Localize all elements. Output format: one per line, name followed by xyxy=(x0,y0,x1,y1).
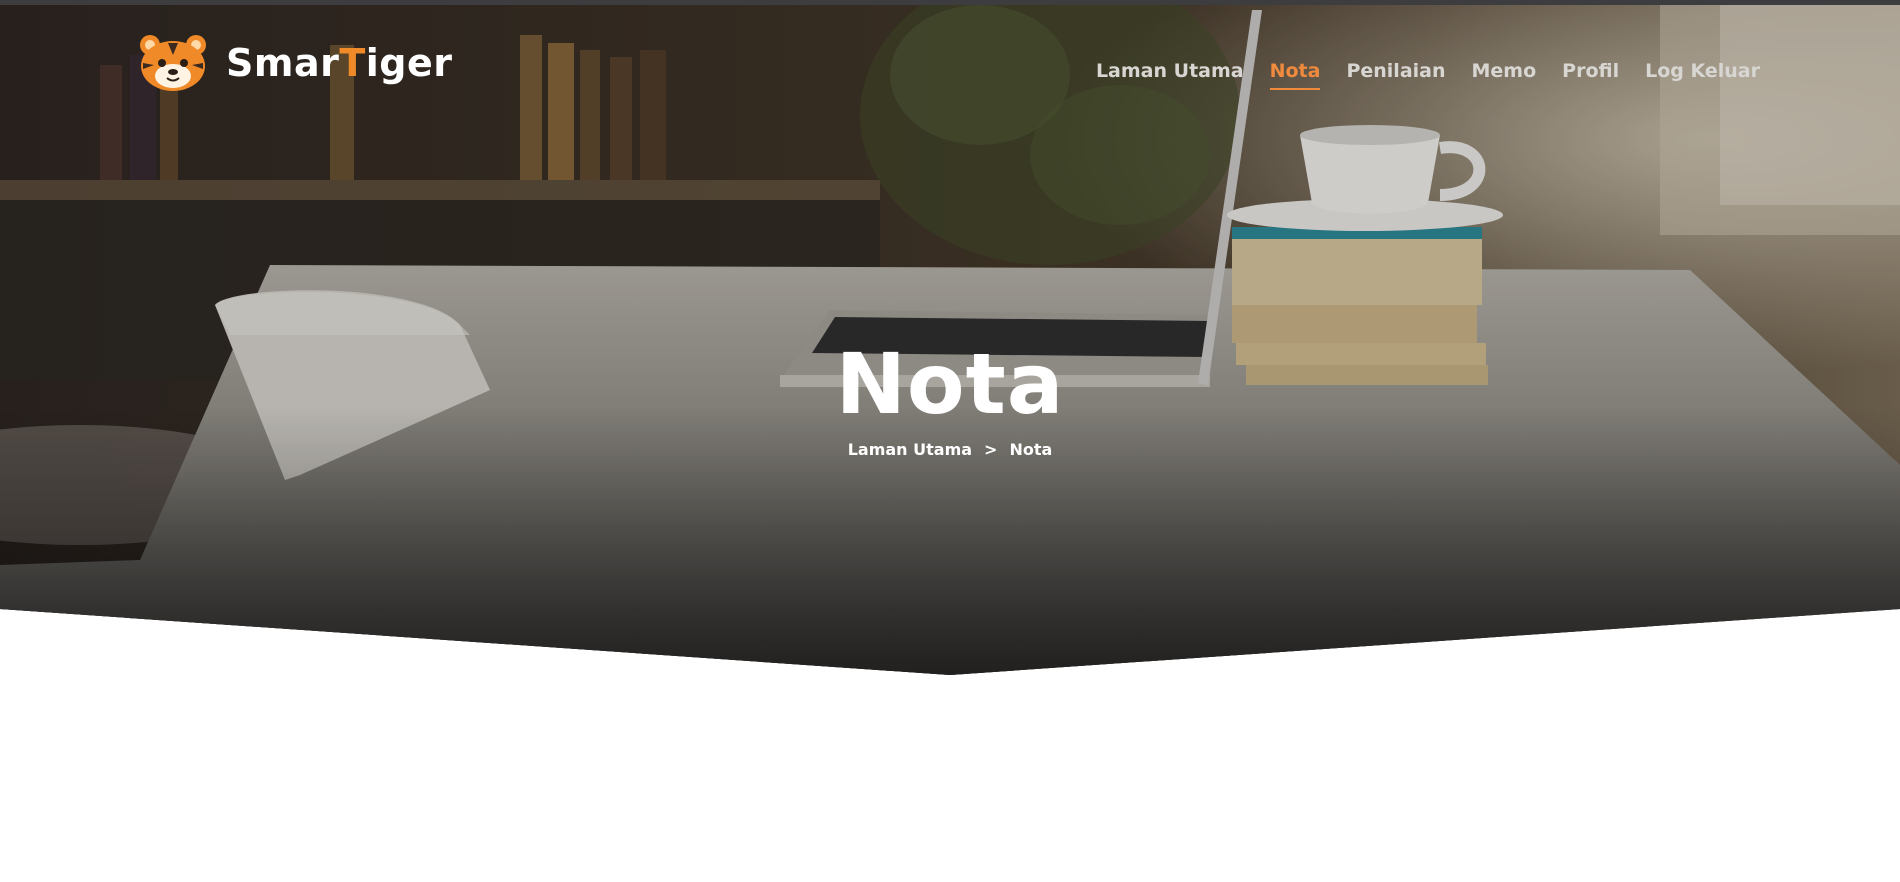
nav-item-laman-utama[interactable]: Laman Utama xyxy=(1096,60,1244,90)
main-nav: Laman Utama Nota Penilaian Memo Profil L… xyxy=(1096,60,1760,90)
brand-name-suffix: iger xyxy=(365,41,453,85)
nav-item-log-keluar[interactable]: Log Keluar xyxy=(1645,60,1760,90)
breadcrumb: Laman Utama > Nota xyxy=(0,440,1900,459)
nav-item-memo[interactable]: Memo xyxy=(1472,60,1537,90)
page: SmarTiger Laman Utama Nota Penilaian Mem… xyxy=(0,0,1900,882)
brand-name-accent: T xyxy=(339,41,366,85)
nav-item-profil[interactable]: Profil xyxy=(1562,60,1619,90)
breadcrumb-current: Nota xyxy=(1009,440,1053,459)
brand-logo[interactable]: SmarTiger xyxy=(138,33,453,93)
breadcrumb-home-link[interactable]: Laman Utama xyxy=(848,440,972,459)
tiger-logo-icon xyxy=(140,35,206,91)
brand-name: SmarTiger xyxy=(226,41,453,85)
page-title: Nota xyxy=(835,335,1065,433)
nav-item-penilaian[interactable]: Penilaian xyxy=(1346,60,1445,90)
breadcrumb-separator: > xyxy=(984,440,998,459)
nav-item-nota[interactable]: Nota xyxy=(1269,60,1321,90)
brand-name-prefix: Smar xyxy=(226,41,340,85)
top-bar xyxy=(0,0,1900,5)
